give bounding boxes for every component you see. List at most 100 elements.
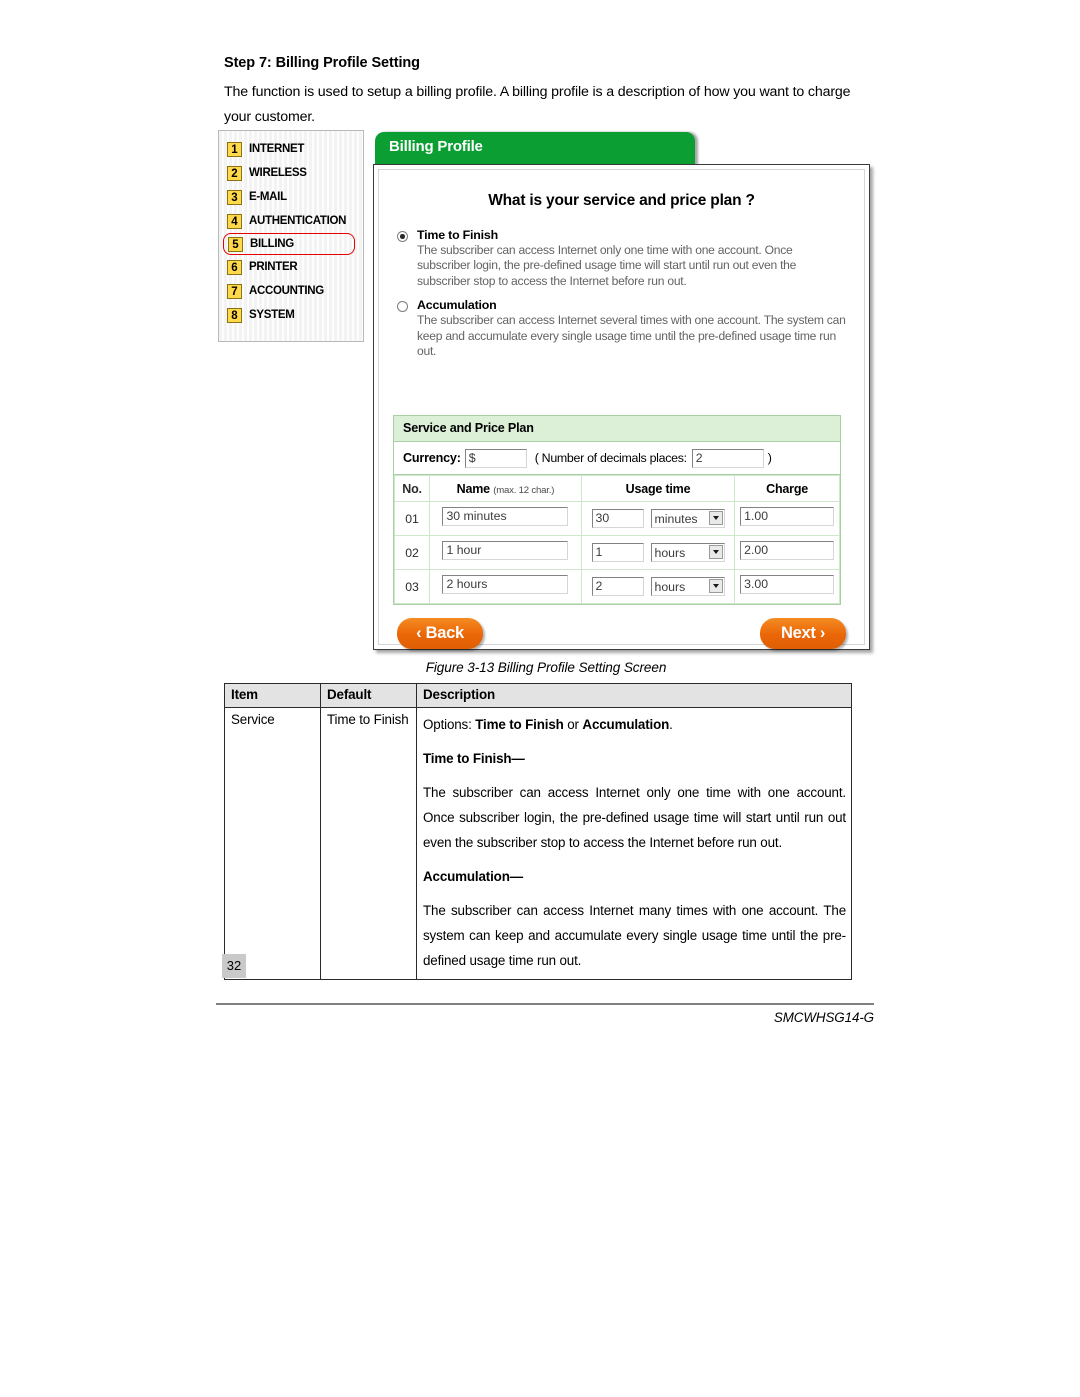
desc-options-bold-2: Accumulation: [582, 717, 670, 732]
table-row: Service Time to Finish Options: Time to …: [224, 707, 852, 980]
option-accumulation[interactable]: Accumulation The subscriber can access I…: [395, 298, 864, 359]
page-title: Step 7: Billing Profile Setting: [224, 55, 420, 71]
sidebar-label-system: SYSTEM: [249, 309, 295, 321]
desc-cell-item: Service: [224, 707, 321, 980]
page-number: 32: [222, 954, 246, 978]
footer-divider: [216, 1003, 874, 1005]
sidebar-item-printer[interactable]: 6 PRINTER: [219, 255, 363, 279]
sidebar-label-wireless: WIRELESS: [249, 167, 307, 179]
chevron-down-icon[interactable]: [708, 579, 723, 593]
desc-cell-description: Options: Time to Finish or Accumulation.…: [416, 707, 852, 980]
usage-unit-value-1: minutes: [654, 511, 698, 526]
usage-unit-value-3: hours: [654, 579, 686, 594]
charge-input-3[interactable]: 3.00: [740, 574, 835, 594]
sidebar-badge-6: 6: [227, 259, 242, 275]
charge-input-2[interactable]: 2.00: [740, 540, 835, 560]
sidebar-item-accounting[interactable]: 7 ACCOUNTING: [219, 279, 363, 303]
row-charge-cell-2: 2.00: [734, 535, 840, 570]
figure-caption: Figure 3-13 Billing Profile Setting Scre…: [425, 660, 667, 675]
radio-time-to-finish-icon[interactable]: [397, 231, 408, 242]
sidebar-label-printer: PRINTER: [249, 261, 298, 273]
sidebar-badge-1: 1: [227, 141, 242, 157]
sidebar-item-authentication[interactable]: 4 AUTHENTICATION: [219, 209, 363, 233]
row-usage-cell-3: 2 hours: [580, 569, 736, 604]
row-name-cell-1: 30 minutes: [429, 501, 582, 536]
option-desc-accumulation: The subscriber can access Internet sever…: [417, 313, 846, 359]
desc-header-default: Default: [320, 683, 417, 708]
chevron-down-icon[interactable]: [708, 511, 723, 525]
sidebar-badge-2: 2: [227, 165, 242, 181]
document-id: SMCWHSG14-G: [773, 1010, 874, 1025]
decimals-input[interactable]: 2: [691, 448, 764, 468]
row-charge-cell-3: 3.00: [734, 569, 840, 604]
app-screenshot: 1 INTERNET 2 WIRELESS 3 E-MAIL 4 AUTHENT…: [218, 128, 874, 655]
tab-billing-profile[interactable]: Billing Profile: [375, 132, 695, 165]
usage-qty-input-1[interactable]: 30: [591, 509, 644, 528]
sidebar-label-authentication: AUTHENTICATION: [249, 215, 347, 227]
usage-unit-select-2[interactable]: hours: [650, 543, 725, 562]
option-time-to-finish[interactable]: Time to Finish The subscriber can access…: [395, 228, 864, 289]
next-button[interactable]: Next ›: [760, 618, 846, 649]
sidebar-label-billing: BILLING: [250, 238, 294, 250]
price-plan-table: No. Name (max. 12 char.) Usage time Char…: [393, 475, 840, 604]
decimals-close-paren: ): [767, 451, 772, 465]
sidebar-badge-3: 3: [227, 189, 242, 205]
name-input-1[interactable]: 30 minutes: [442, 506, 569, 526]
sidebar-item-system[interactable]: 8 SYSTEM: [219, 303, 363, 327]
radio-accumulation-icon[interactable]: [397, 301, 408, 313]
option-title-time-to-finish: Time to Finish: [417, 228, 498, 242]
sidebar-item-internet[interactable]: 1 INTERNET: [219, 137, 363, 161]
content-panel-inner: What is your service and price plan ? Ti…: [378, 169, 865, 649]
sidebar-badge-8: 8: [227, 307, 242, 323]
usage-qty-input-2[interactable]: 1: [591, 543, 644, 562]
usage-qty-input-3[interactable]: 2: [591, 577, 644, 596]
header-name-text: Name: [456, 481, 490, 496]
desc-options-suffix: .: [669, 717, 673, 732]
sidebar-badge-7: 7: [227, 283, 242, 299]
currency-label: Currency:: [403, 451, 461, 465]
intro-paragraph: The function is used to setup a billing …: [224, 84, 851, 125]
tab-bar: Billing Profile: [375, 132, 695, 165]
usage-unit-select-3[interactable]: hours: [650, 577, 725, 596]
service-price-plan-box: Service and Price Plan Currency: $ ( Num…: [393, 415, 841, 605]
desc-acc-heading-text: Accumulation—: [423, 869, 523, 884]
option-desc-time-to-finish: The subscriber can access Internet only …: [417, 243, 797, 288]
table-row: 01 30 minutes 30 minutes 1.00: [393, 501, 840, 536]
panel-question: What is your service and price plan ?: [488, 192, 755, 209]
content-panel: What is your service and price plan ? Ti…: [373, 164, 870, 650]
currency-row: Currency: $ ( Number of decimals places:…: [394, 442, 840, 475]
desc-acc-heading: Accumulation—: [423, 864, 846, 889]
header-no: No.: [393, 475, 431, 502]
sidebar-item-wireless[interactable]: 2 WIRELESS: [219, 161, 363, 185]
header-name-hint: (max. 12 char.): [493, 484, 555, 496]
row-charge-cell-1: 1.00: [734, 501, 840, 536]
row-no-3: 03: [393, 569, 431, 604]
tab-label: Billing Profile: [389, 138, 483, 155]
sidebar-item-email[interactable]: 3 E-MAIL: [219, 185, 363, 209]
row-no-1: 01: [393, 501, 431, 536]
document-page: Step 7: Billing Profile Setting The func…: [0, 0, 1080, 1397]
header-charge: Charge: [734, 475, 840, 502]
header-usage-time: Usage time: [580, 475, 736, 502]
desc-options-middle: or: [563, 717, 583, 732]
service-price-plan-heading: Service and Price Plan: [394, 416, 840, 442]
row-usage-cell-1: 30 minutes: [580, 501, 736, 536]
charge-input-1[interactable]: 1.00: [740, 506, 835, 526]
desc-options-prefix: Options:: [423, 717, 476, 732]
name-input-3[interactable]: 2 hours: [442, 574, 569, 594]
desc-ttf-heading: Time to Finish—: [423, 746, 846, 771]
sidebar-label-accounting: ACCOUNTING: [249, 285, 324, 297]
price-plan-header-row: No. Name (max. 12 char.) Usage time Char…: [393, 475, 840, 502]
currency-input[interactable]: $: [464, 448, 527, 468]
sidebar-item-billing[interactable]: 5 BILLING: [223, 233, 355, 255]
sidebar-label-email: E-MAIL: [249, 191, 287, 203]
service-option-group: Time to Finish The subscriber can access…: [395, 228, 864, 359]
back-button[interactable]: ‹ Back: [397, 618, 483, 649]
chevron-down-icon[interactable]: [708, 545, 723, 559]
usage-unit-select-1[interactable]: minutes: [650, 509, 725, 528]
name-input-2[interactable]: 1 hour: [442, 540, 569, 560]
wizard-button-row: ‹ Back Next ›: [393, 618, 850, 656]
sidebar-badge-4: 4: [227, 213, 242, 229]
row-no-2: 02: [393, 535, 431, 570]
desc-ttf-heading-text: Time to Finish—: [423, 751, 525, 766]
